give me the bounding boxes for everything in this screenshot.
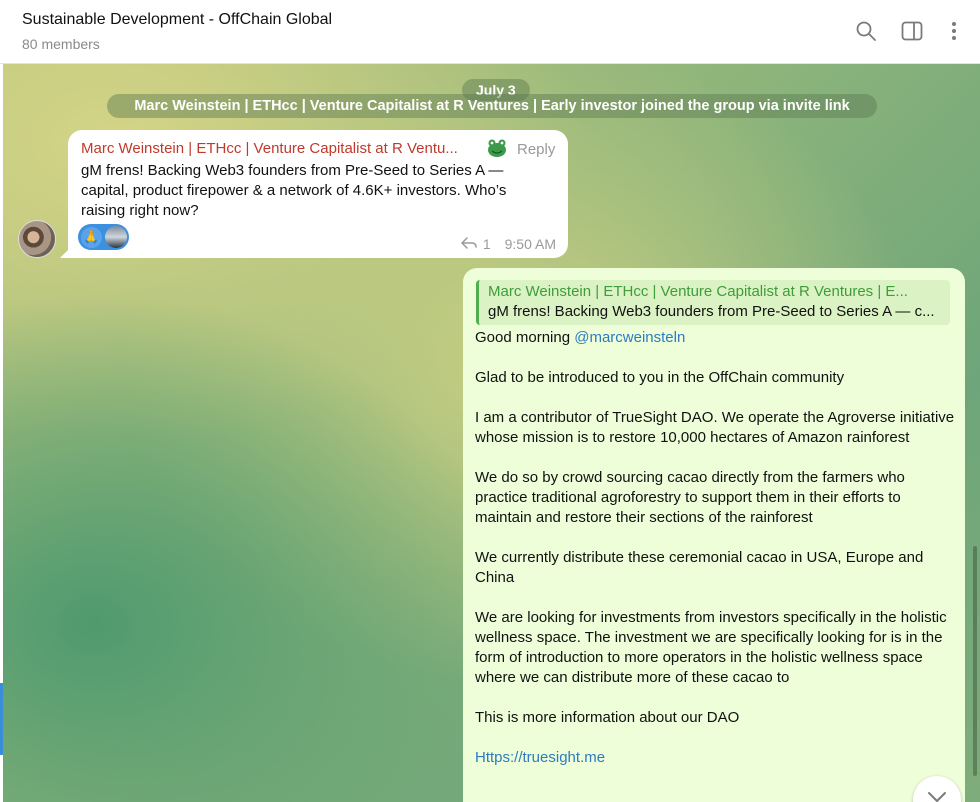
website-link[interactable]: Https://truesight.me [475,749,605,766]
service-message: Marc Weinstein | ETHcc | Venture Capital… [107,94,877,118]
member-count: 80 members [22,36,100,52]
paragraph: I am a contributor of TrueSight DAO. We … [475,409,955,446]
message-text: gM frens! Backing Web3 founders from Pre… [81,162,507,219]
frog-sticker-icon [486,138,508,158]
pray-emoji: 🙏 [83,229,100,245]
chat-header: Sustainable Development - OffChain Globa… [0,0,980,64]
reply-button[interactable]: Reply [517,141,555,158]
greeting-line: Good morning @marcweinsteln [475,328,955,348]
paragraph: We do so by crowd sourcing cacao directl… [475,469,905,526]
paragraph: This is more information about our DAO [475,709,740,726]
incoming-message[interactable]: Marc Weinstein | ETHcc | Venture Capital… [60,130,568,258]
chat-title[interactable]: Sustainable Development - OffChain Globa… [22,11,332,29]
paragraph: Glad to be introduced to you in the OffC… [475,369,845,386]
reactor-avatar [105,226,127,248]
quote-text: gM frens! Backing Web3 founders from Pre… [488,303,935,320]
chevron-down-icon [927,790,947,802]
window-edge-strip [0,683,3,755]
search-icon[interactable] [853,18,879,44]
message-time: 9:50 AM [504,236,556,252]
user-mention[interactable]: @marcweinsteln [574,329,685,346]
reply-arrow-icon[interactable] [461,236,477,252]
reactions[interactable]: 🙏 [78,224,129,250]
paragraph: We currently distribute these ceremonial… [475,549,924,586]
reply-count[interactable]: 1 [483,236,491,252]
quoted-reply[interactable]: Marc Weinstein | ETHcc | Venture Capital… [476,280,950,325]
quote-sender: Marc Weinstein | ETHcc | Venture Capital… [488,283,908,300]
greeting: Good morning [475,329,571,346]
outgoing-message[interactable]: Marc Weinstein | ETHcc | Venture Capital… [463,268,965,802]
reaction-emoji: 🙏 [81,226,102,248]
sidebar-toggle-icon[interactable] [899,18,925,44]
scrollbar[interactable] [973,546,977,776]
message-meta: 1 9:50 AM [461,236,556,252]
paragraph: We are looking for investments from inve… [475,609,947,686]
avatar[interactable] [18,220,56,258]
sender-name[interactable]: Marc Weinstein | ETHcc | Venture Capital… [81,140,458,157]
more-vertical-icon[interactable] [941,18,967,44]
message-body: Good morning @marcweinsteln Glad to be i… [475,328,955,788]
